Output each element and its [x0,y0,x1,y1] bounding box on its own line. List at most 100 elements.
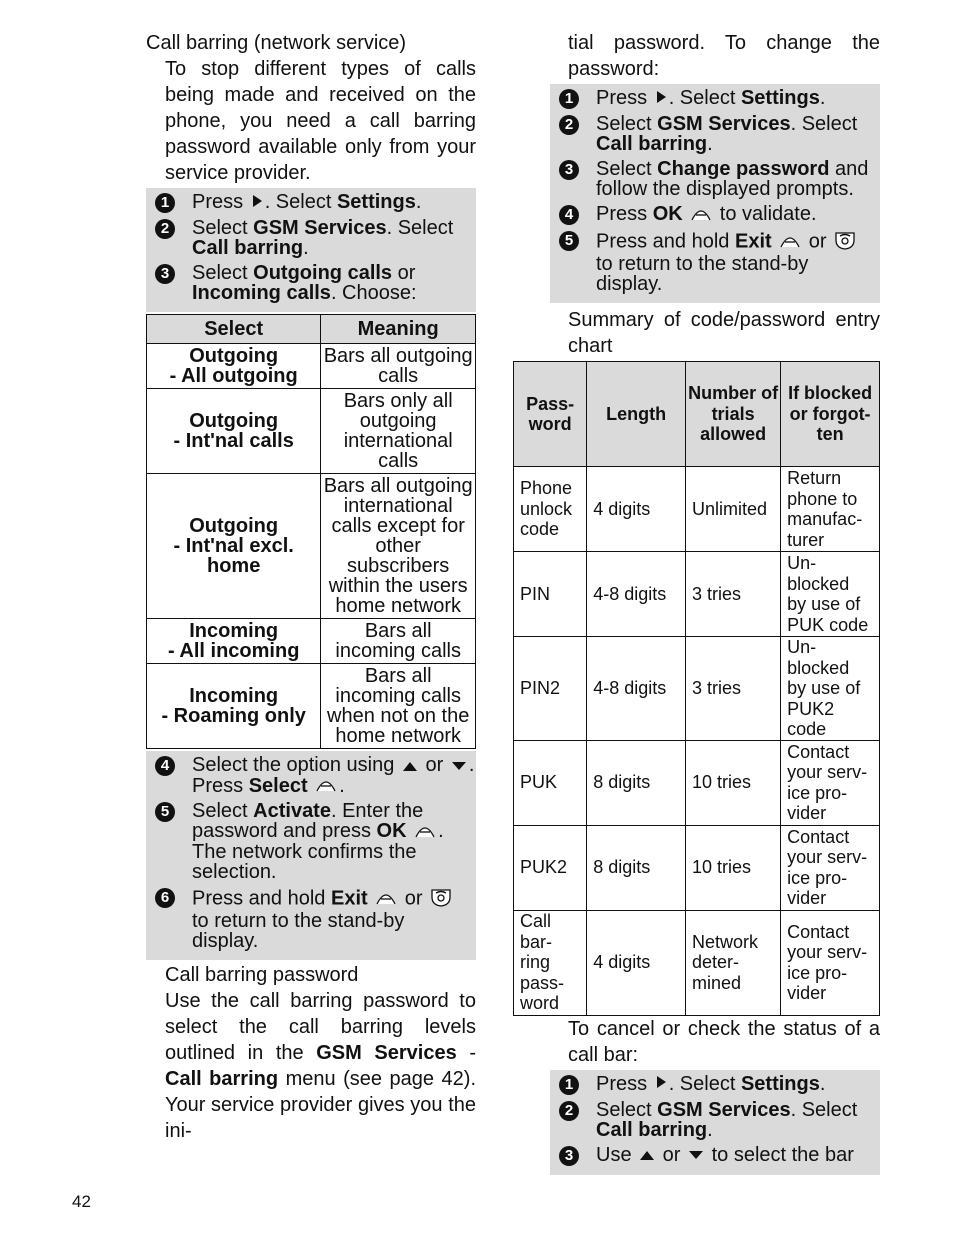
steps-box: 1 Press . Select Settings. 2 Select GSM Ser… [550,1069,880,1175]
step: 4 Press OK to validate. [550,204,880,225]
text: . Select [668,1072,741,1095]
section-heading: Call barring password [165,964,359,987]
bold-term: GSM Services [316,1042,457,1065]
password-paragraph: Use the call barring password to select … [146,988,476,1144]
table-row: Incoming - Roaming only Bars all incoming… [145,663,476,749]
table-row: Incoming - All incoming Bars all incoming… [145,618,476,664]
table-row: Phone unlock code 4 digits Unlimited Return… [512,466,880,552]
table-cell: 3 tries [684,636,782,741]
step-number-icon: 2 [559,1100,579,1121]
text: or [803,230,833,253]
step-text: Press and hold Exit or to return to the … [192,887,476,951]
bold-term: Call barring [192,237,304,259]
table-cell: 3 tries [684,551,782,637]
table-cell: Unlimited [684,466,782,552]
text: . [303,237,309,259]
table-cell: Bars all incoming calls when not on the … [320,663,476,749]
step: 5 Press and hold Exit or to return to the… [550,230,880,294]
table-cell: 8 digits [586,739,686,826]
table-cell: PUK [512,739,588,826]
steps-box: 1 Press . Select Settings. 2 Select GSM Ser… [146,188,476,312]
table-cell: 4 digits [586,909,686,1016]
table-cell: Contact your serv- ice pro- vider [780,739,880,826]
table-cell: PUK2 [512,824,588,911]
text: or [399,887,429,910]
step-text: Press . Select Settings. [192,192,421,213]
down-arrow-icon [451,756,467,776]
step-number-icon: 4 [155,756,175,776]
manual-page: Call barring (network service) To stop d… [0,0,954,1247]
step: 2 Select GSM Services. Select Call barrin… [550,114,880,154]
bold-term: Call barring [596,133,708,155]
softkey-icon [414,822,436,842]
table-cell: Call bar- ring pass- word [512,909,588,1016]
table-cell: 10 tries [684,739,782,826]
text: . [819,1072,826,1095]
table-cell: Network deter- mined [684,909,782,1016]
text: . Select [790,113,858,135]
bold-term: Call barring [165,1068,279,1091]
bold-term: Change password [657,158,830,180]
paragraph: tial password. To change the password: [568,32,880,80]
text: . [707,133,713,155]
step: 1 Press . Select Settings. [550,88,880,109]
table-cell: Return phone to manufac- turer [780,466,880,552]
column-header: Number of trials allowed [684,361,782,467]
table-cell: Bars all outgoing international calls ex… [320,473,476,619]
table-cell: 10 tries [684,824,782,911]
table-cell: Outgoing - Int'nal excl. home [145,473,322,619]
paragraph: To cancel or check the status of a call … [568,1017,880,1066]
text: or [657,1143,687,1166]
table-cell: 8 digits [586,824,686,911]
softkey-icon [315,776,337,796]
bold-term: Exit [330,887,368,910]
end-call-key-icon [430,887,452,911]
step-text: Select GSM Services. Select Call barring… [596,114,880,154]
step: 2 Select GSM Services. Select Call barrin… [550,1100,880,1140]
table-row: PIN2 4-8 digits 3 tries Un- blocked by use … [512,636,880,741]
up-arrow-icon [639,1145,655,1165]
table-cell: Outgoing - Int'nal calls [145,388,322,474]
step: 4 Select the option using or . Press Sele… [146,755,476,796]
step: 6 Press and hold Exit or to return to the… [146,887,476,951]
password-chart-table: Pass- word Length Number of trials allowed… [512,361,880,1016]
text: Select [596,158,658,180]
text: to validate. [714,203,817,225]
step-number-icon: 6 [155,888,175,909]
table-cell: Un- blocked by use of PUK2 code [780,636,880,741]
text: . [339,774,345,797]
softkey-icon [375,889,397,909]
table-cell: Contact your serv- ice pro- vider [780,824,880,911]
text: . [415,191,422,213]
step-text: Use or to select the bar [596,1145,854,1166]
step-text: Press . Select Settings. [596,88,825,109]
bold-term: Select [248,774,308,797]
text: to return to the stand-by display. [192,910,405,953]
step: 1 Press . Select Settings. [550,1074,880,1095]
step-number-icon: 4 [559,205,579,225]
step: 3 Use or to select the bar [550,1145,880,1166]
step: 5 Select Activate. Enter the password and… [146,801,476,882]
text: or [419,754,449,776]
up-arrow-icon [402,756,418,776]
column-header: If blocked or forgot- ten [780,361,880,467]
text: Press [192,191,249,213]
right-column: tial password. To change the password: 1… [512,30,880,1177]
intro-paragraph: To stop different types of calls being m… [165,58,476,184]
bold-term: OK [652,203,683,225]
text: . Select [790,1098,858,1121]
table-row: Outgoing - All outgoing Bars all outgoing… [145,343,476,389]
softkey-icon [779,232,801,252]
text: . Select [264,191,337,213]
text [407,820,413,842]
bold-term: Activate [253,800,331,823]
step-text: Select Outgoing calls or Incoming calls.… [192,263,476,303]
table-row: Outgoing - Int'nal excl. home Bars all ou… [145,473,476,619]
text [368,887,374,909]
text: Use [596,1143,638,1166]
step-text: Press OK to validate. [596,204,817,225]
step-text: Select Change password and follow the di… [596,159,880,199]
section-heading: Call barring (network service) [146,32,407,54]
step-number-icon: 1 [559,89,579,109]
end-call-key-icon [834,230,856,254]
